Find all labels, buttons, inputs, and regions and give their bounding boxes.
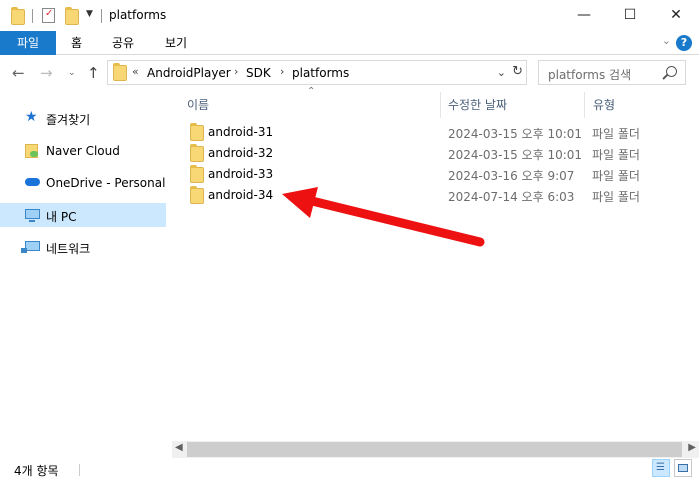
folder-icon	[190, 186, 204, 204]
nav-item-network[interactable]: 네트워크	[0, 235, 166, 259]
address-dropdown-icon[interactable]: ⌄	[497, 66, 506, 79]
table-row[interactable]: android-34 2024-07-14 오후 6:03 파일 폴더	[186, 185, 686, 206]
search-input[interactable]: platforms 검색	[548, 66, 631, 83]
breadcrumb-sdk[interactable]: SDK	[246, 66, 271, 80]
scroll-right-icon[interactable]: ▶	[688, 442, 696, 453]
overflow-chevron[interactable]: «	[132, 65, 139, 78]
star-icon: ★	[25, 109, 38, 125]
row-name: android-33	[208, 167, 274, 181]
scroll-left-icon[interactable]: ◀	[175, 442, 183, 453]
folder-icon	[190, 144, 204, 162]
row-type: 파일 폴더	[592, 127, 640, 141]
file-list: ⌃ 이름 수정한 날짜 유형 android-31 2024-03-15 오후 …	[172, 86, 699, 442]
divider	[101, 9, 102, 23]
nav-item-label: 내 PC	[46, 210, 77, 224]
details-view-icon: ☰	[656, 462, 665, 473]
row-type: 파일 폴더	[592, 169, 640, 183]
nav-item-label: 즐겨찾기	[46, 113, 91, 127]
row-name: android-32	[208, 146, 274, 160]
horizontal-scrollbar[interactable]: ◀ ▶	[172, 441, 699, 458]
column-divider[interactable]	[584, 92, 585, 118]
large-icons-view-icon	[678, 464, 688, 472]
navigation-pane: ★ 즐겨찾기 Naver Cloud OneDrive - Personal 내…	[0, 92, 170, 452]
nav-item-label: 네트워크	[46, 242, 91, 256]
breadcrumb-separator[interactable]: ›	[280, 65, 284, 78]
nav-item-onedrive[interactable]: OneDrive - Personal	[0, 171, 166, 195]
search-icon	[666, 66, 677, 77]
column-header-type[interactable]: 유형	[593, 96, 615, 113]
breadcrumb-platforms[interactable]: platforms	[292, 66, 349, 80]
customize-qat-icon[interactable]: ▼	[86, 9, 93, 19]
address-row: ← → ⌄ ↑ « AndroidPlayer › SDK › platform…	[0, 56, 699, 90]
refresh-icon[interactable]: ↻	[512, 64, 523, 79]
tab-home[interactable]: 홈	[71, 31, 82, 55]
minimize-button[interactable]: —	[561, 0, 607, 31]
sort-ascending-icon: ⌃	[307, 86, 316, 97]
column-divider[interactable]	[440, 92, 441, 118]
folder-icon	[11, 7, 25, 25]
recent-locations-button[interactable]: ⌄	[68, 68, 76, 78]
address-bar[interactable]: « AndroidPlayer › SDK › platforms ⌄ ↻	[107, 60, 527, 85]
nav-item-quick-access[interactable]: ★ 즐겨찾기	[0, 106, 166, 130]
close-button[interactable]: ✕	[653, 0, 699, 31]
minimize-icon: —	[577, 7, 591, 23]
ribbon-tabs: 파일 홈 공유 보기 ⌄ ?	[0, 31, 699, 55]
properties-icon[interactable]: ✓	[42, 8, 55, 23]
tab-share[interactable]: 공유	[112, 31, 134, 55]
table-row[interactable]: android-32 2024-03-15 오후 10:01 파일 폴더	[186, 143, 686, 164]
title-bar: ✓ ▼ platforms — ☐ ✕	[0, 0, 699, 31]
close-icon: ✕	[670, 7, 682, 23]
nav-item-label: OneDrive - Personal	[46, 176, 166, 190]
breadcrumb-separator[interactable]: ›	[234, 65, 238, 78]
up-button[interactable]: ↑	[87, 64, 100, 82]
help-icon[interactable]: ?	[676, 35, 692, 51]
column-header-name[interactable]: 이름	[187, 96, 209, 113]
scrollbar-thumb[interactable]	[187, 442, 682, 457]
expand-ribbon-icon[interactable]: ⌄	[662, 34, 671, 47]
folder-icon	[190, 123, 204, 141]
column-header-date[interactable]: 수정한 날짜	[448, 96, 507, 113]
tab-view[interactable]: 보기	[165, 31, 187, 55]
row-type: 파일 폴더	[592, 190, 640, 204]
details-view-button[interactable]: ☰	[652, 459, 670, 477]
folder-icon	[190, 165, 204, 183]
back-button[interactable]: ←	[12, 64, 25, 82]
cloud-folder-icon	[25, 144, 38, 158]
pc-icon	[25, 209, 40, 222]
table-row[interactable]: android-33 2024-03-16 오후 9:07 파일 폴더	[186, 164, 686, 185]
search-box[interactable]: platforms 검색	[538, 60, 686, 85]
table-row[interactable]: android-31 2024-03-15 오후 10:01 파일 폴더	[186, 122, 686, 143]
maximize-icon: ☐	[623, 7, 637, 23]
large-icons-view-button[interactable]	[674, 459, 692, 477]
row-date: 2024-03-15 오후 10:01	[448, 127, 583, 141]
divider	[32, 9, 33, 23]
network-icon	[21, 241, 40, 253]
row-date: 2024-03-15 오후 10:01	[448, 148, 583, 162]
row-name: android-31	[208, 125, 274, 139]
onedrive-icon	[25, 178, 40, 186]
nav-item-naver-cloud[interactable]: Naver Cloud	[0, 139, 166, 163]
tab-file[interactable]: 파일	[0, 31, 56, 55]
row-date: 2024-03-16 오후 9:07	[448, 169, 575, 183]
nav-item-this-pc[interactable]: 내 PC	[0, 203, 166, 227]
row-date: 2024-07-14 오후 6:03	[448, 190, 575, 204]
new-folder-icon[interactable]	[65, 7, 79, 25]
window-title: platforms	[109, 8, 167, 22]
row-name: android-34	[208, 188, 274, 202]
divider	[79, 464, 80, 476]
breadcrumb-androidplayer[interactable]: AndroidPlayer	[147, 66, 231, 80]
status-bar: 4개 항목 ☰	[0, 458, 699, 481]
folder-icon	[113, 63, 127, 81]
forward-button[interactable]: →	[40, 64, 53, 82]
nav-item-label: Naver Cloud	[46, 144, 120, 158]
maximize-button[interactable]: ☐	[607, 0, 653, 31]
row-type: 파일 폴더	[592, 148, 640, 162]
item-count: 4개 항목	[14, 464, 59, 478]
